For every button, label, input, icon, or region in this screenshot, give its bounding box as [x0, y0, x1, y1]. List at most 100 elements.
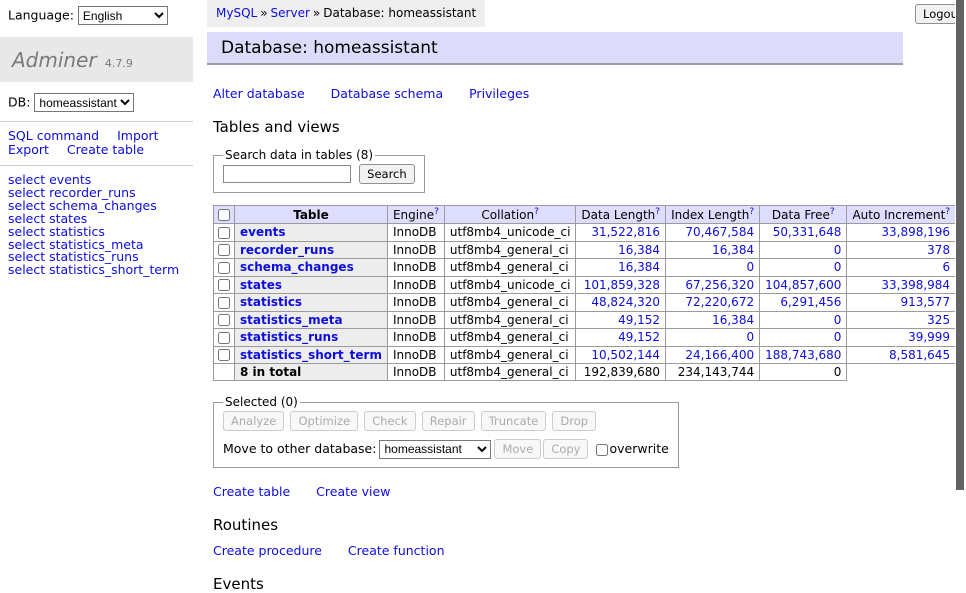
- scrollbar-track[interactable]: [955, 0, 966, 543]
- copy-button[interactable]: Copy: [543, 439, 588, 459]
- index-length-cell[interactable]: 70,467,584: [666, 224, 760, 242]
- table-name-link[interactable]: states: [240, 278, 282, 292]
- row-checkbox[interactable]: [218, 349, 230, 361]
- table-name-link[interactable]: schema_changes: [240, 260, 354, 274]
- auto-increment-cell[interactable]: 6: [847, 259, 956, 277]
- index-length-cell[interactable]: 0: [666, 329, 760, 347]
- column-help-link[interactable]: ?: [830, 207, 835, 217]
- check-button[interactable]: Check: [364, 411, 415, 431]
- index-length-cell[interactable]: 0: [666, 259, 760, 277]
- create-table-link[interactable]: Create table: [213, 484, 290, 499]
- data-length-cell[interactable]: 16,384: [576, 241, 666, 259]
- row-checkbox[interactable]: [218, 314, 230, 326]
- auto-increment-cell[interactable]: 8,581,645: [847, 346, 956, 364]
- column-label: Engine: [393, 208, 434, 222]
- data-free-cell[interactable]: 188,743,680: [760, 346, 847, 364]
- create-table-link-sidebar[interactable]: Create table: [67, 142, 144, 157]
- table-name-link[interactable]: statistics_runs: [240, 330, 338, 344]
- data-free-cell[interactable]: 50,331,648: [760, 224, 847, 242]
- create-procedure-link[interactable]: Create procedure: [213, 543, 322, 558]
- selected-fieldset: Selected (0) Analyze Optimize Check Repa…: [213, 395, 679, 468]
- row-checkbox[interactable]: [218, 279, 230, 291]
- data-free-cell[interactable]: 0: [760, 311, 847, 329]
- data-length-cell[interactable]: 101,859,328: [576, 276, 666, 294]
- auto-increment-cell[interactable]: 39,999: [847, 329, 956, 347]
- table-name-link[interactable]: statistics_meta: [240, 313, 343, 327]
- column-help-link[interactable]: ?: [945, 207, 950, 217]
- sidebar-select-link[interactable]: select statistics_short_term: [8, 264, 193, 277]
- truncate-button[interactable]: Truncate: [481, 411, 547, 431]
- auto-increment-cell[interactable]: 33,898,196: [847, 224, 956, 242]
- data-length-cell[interactable]: 31,522,816: [576, 224, 666, 242]
- data-length-cell[interactable]: 48,824,320: [576, 294, 666, 312]
- routines-heading: Routines: [213, 516, 917, 534]
- alter-database-link[interactable]: Alter database: [213, 86, 305, 101]
- index-length-cell[interactable]: 24,166,400: [666, 346, 760, 364]
- move-label: Move to other database:: [223, 441, 376, 456]
- auto-increment-cell[interactable]: 913,577: [847, 294, 956, 312]
- import-link[interactable]: Import: [117, 128, 159, 143]
- table-name-cell: statistics_short_term: [235, 346, 388, 364]
- row-checkbox-cell: [214, 241, 235, 259]
- db-label: DB:: [8, 95, 30, 110]
- content-area: Alter database Database schema Privilege…: [207, 86, 917, 593]
- row-checkbox-cell: [214, 294, 235, 312]
- data-free-cell[interactable]: 0: [760, 241, 847, 259]
- row-checkbox[interactable]: [218, 262, 230, 274]
- data-length-cell[interactable]: 16,384: [576, 259, 666, 277]
- column-help-link[interactable]: ?: [534, 207, 539, 217]
- create-view-link[interactable]: Create view: [316, 484, 390, 499]
- export-link[interactable]: Export: [8, 142, 49, 157]
- app-version: 4.7.9: [105, 57, 133, 70]
- data-free-cell[interactable]: 6,291,456: [760, 294, 847, 312]
- collation-cell: utf8mb4_general_ci: [444, 346, 576, 364]
- table-name-link[interactable]: events: [240, 225, 286, 239]
- privileges-link[interactable]: Privileges: [469, 86, 529, 101]
- move-database-select[interactable]: homeassistant: [379, 440, 491, 459]
- language-select[interactable]: English: [78, 6, 168, 25]
- index-length-cell[interactable]: 72,220,672: [666, 294, 760, 312]
- db-select[interactable]: homeassistant: [34, 93, 134, 112]
- table-name-link[interactable]: statistics_short_term: [240, 348, 382, 362]
- row-checkbox[interactable]: [218, 332, 230, 344]
- database-schema-link[interactable]: Database schema: [331, 86, 443, 101]
- drop-button[interactable]: Drop: [552, 411, 596, 431]
- data-length-cell[interactable]: 10,502,144: [576, 346, 666, 364]
- data-length-cell[interactable]: 49,152: [576, 311, 666, 329]
- optimize-button[interactable]: Optimize: [290, 411, 358, 431]
- breadcrumb-mysql-link[interactable]: MySQL: [216, 6, 257, 20]
- auto-increment-cell[interactable]: 33,398,984: [847, 276, 956, 294]
- column-header-auto-increment: Auto Increment?: [847, 206, 956, 224]
- row-checkbox[interactable]: [218, 297, 230, 309]
- breadcrumb-server-link[interactable]: Server: [271, 6, 310, 20]
- index-length-cell[interactable]: 67,256,320: [666, 276, 760, 294]
- data-free-cell[interactable]: 0: [760, 259, 847, 277]
- row-checkbox[interactable]: [218, 227, 230, 239]
- create-function-link[interactable]: Create function: [348, 543, 445, 558]
- row-checkbox[interactable]: [218, 244, 230, 256]
- engine-cell: InnoDB: [387, 329, 444, 347]
- overwrite-checkbox[interactable]: [596, 444, 608, 456]
- auto-increment-cell[interactable]: 325: [847, 311, 956, 329]
- search-input[interactable]: [223, 165, 351, 183]
- sql-command-link[interactable]: SQL command: [8, 128, 99, 143]
- table-name-link[interactable]: recorder_runs: [240, 243, 334, 257]
- table-name-link[interactable]: statistics: [240, 295, 302, 309]
- data-length-cell[interactable]: 49,152: [576, 329, 666, 347]
- column-help-link[interactable]: ?: [655, 207, 660, 217]
- move-button[interactable]: Move: [494, 439, 541, 459]
- column-help-link[interactable]: ?: [749, 207, 754, 217]
- collation-cell: utf8mb4_general_ci: [444, 329, 576, 347]
- column-help-link[interactable]: ?: [434, 207, 439, 217]
- select-all-checkbox[interactable]: [218, 209, 230, 221]
- data-free-cell[interactable]: 0: [760, 329, 847, 347]
- row-checkbox-cell: [214, 346, 235, 364]
- scrollbar-thumb[interactable]: [956, 0, 964, 490]
- index-length-cell[interactable]: 16,384: [666, 311, 760, 329]
- auto-increment-cell[interactable]: 378: [847, 241, 956, 259]
- analyze-button[interactable]: Analyze: [223, 411, 284, 431]
- index-length-cell[interactable]: 16,384: [666, 241, 760, 259]
- data-free-cell[interactable]: 104,857,600: [760, 276, 847, 294]
- search-button[interactable]: Search: [359, 164, 415, 184]
- repair-button[interactable]: Repair: [422, 411, 475, 431]
